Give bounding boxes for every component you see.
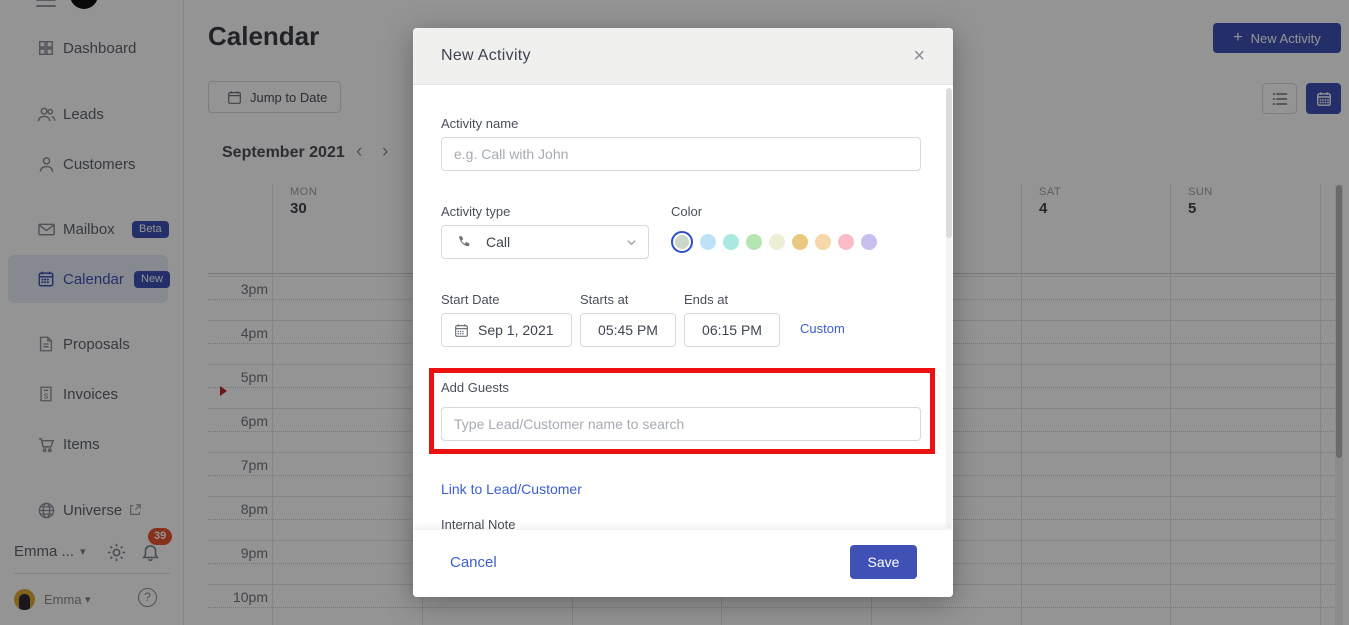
- start-date-value: Sep 1, 2021: [478, 322, 554, 338]
- internal-note-label: Internal Note: [441, 517, 515, 530]
- start-date-label: Start Date: [441, 292, 500, 307]
- add-guests-input[interactable]: [442, 408, 920, 440]
- add-guests-field-wrap: [441, 407, 921, 441]
- modal-scrollbar[interactable]: [946, 88, 952, 528]
- save-button[interactable]: Save: [850, 545, 917, 579]
- ends-at-label: Ends at: [684, 292, 728, 307]
- start-date-field[interactable]: Sep 1, 2021: [441, 313, 572, 347]
- color-swatch-row: [671, 231, 877, 253]
- color-swatch[interactable]: [746, 234, 762, 250]
- activity-name-input[interactable]: [442, 138, 920, 170]
- starts-at-value: 05:45 PM: [581, 322, 675, 338]
- activity-type-value: Call: [486, 234, 510, 250]
- link-to-lead-customer-link[interactable]: Link to Lead/Customer: [441, 481, 582, 497]
- ends-at-value: 06:15 PM: [685, 322, 779, 338]
- calendar-small-icon: [454, 323, 469, 338]
- color-swatch[interactable]: [700, 234, 716, 250]
- color-swatch[interactable]: [723, 234, 739, 250]
- color-swatch[interactable]: [815, 234, 831, 250]
- custom-time-link[interactable]: Custom: [800, 321, 845, 336]
- modal-body: Activity name Activity type Call Color: [413, 85, 953, 530]
- color-swatch-selected[interactable]: [671, 231, 693, 253]
- activity-type-label: Activity type: [441, 204, 510, 219]
- add-guests-label: Add Guests: [441, 380, 509, 395]
- new-activity-modal: New Activity × Activity name Activity ty…: [413, 28, 953, 597]
- modal-footer: Cancel Save: [413, 530, 953, 597]
- color-label: Color: [671, 204, 702, 219]
- color-swatch[interactable]: [838, 234, 854, 250]
- modal-header: New Activity ×: [413, 28, 953, 85]
- app-window: Dashboard Leads Customers Mailbox Beta: [0, 0, 1349, 625]
- activity-name-field-wrap: [441, 137, 921, 171]
- starts-at-label: Starts at: [580, 292, 628, 307]
- color-swatch[interactable]: [769, 234, 785, 250]
- cancel-button[interactable]: Cancel: [450, 554, 497, 571]
- activity-type-select[interactable]: Call: [441, 225, 649, 259]
- starts-at-field[interactable]: 05:45 PM: [580, 313, 676, 347]
- close-icon[interactable]: ×: [907, 43, 931, 70]
- phone-icon: [456, 235, 471, 250]
- chevron-down-icon: [625, 236, 638, 249]
- color-swatch[interactable]: [792, 234, 808, 250]
- modal-title: New Activity: [441, 47, 531, 65]
- activity-name-label: Activity name: [441, 116, 518, 131]
- color-swatch[interactable]: [861, 234, 877, 250]
- ends-at-field[interactable]: 06:15 PM: [684, 313, 780, 347]
